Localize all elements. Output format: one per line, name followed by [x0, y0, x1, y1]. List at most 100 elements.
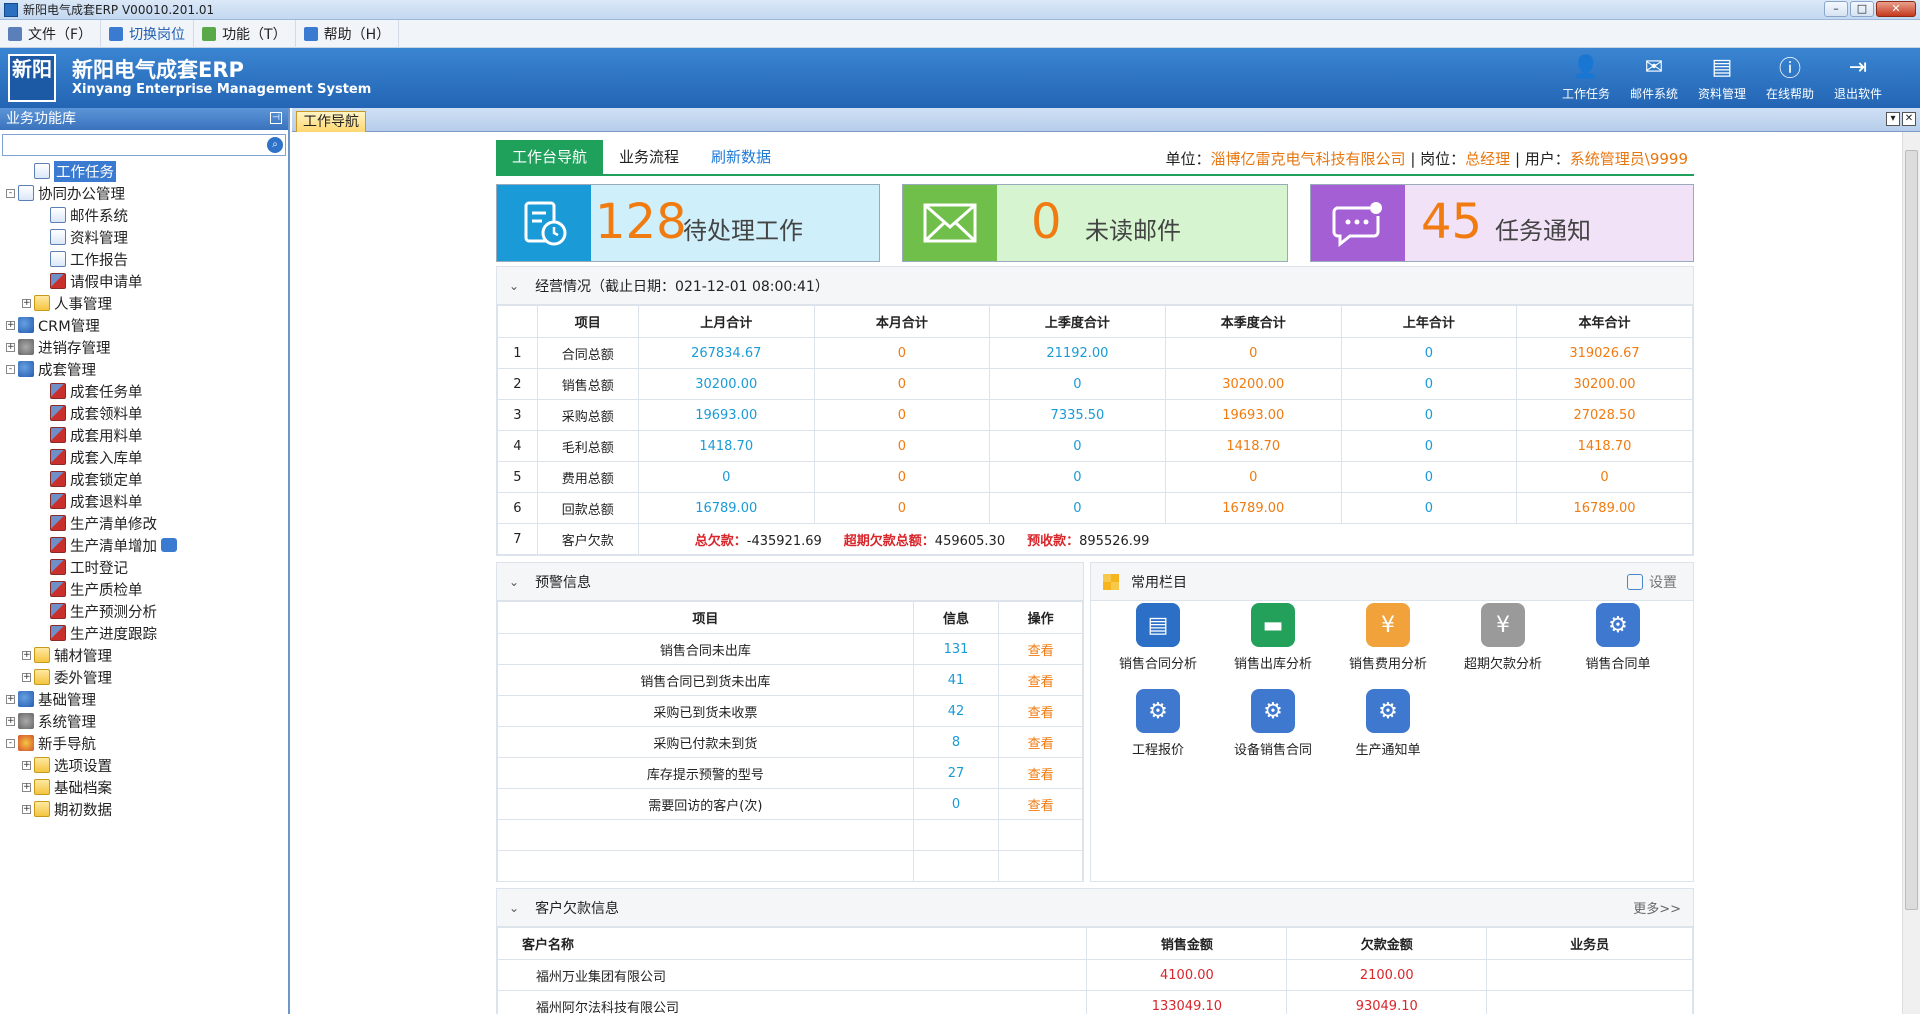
tab-menu-icon[interactable]: ▾ [1886, 112, 1900, 126]
search-box: ⌕ [2, 134, 286, 156]
expand-icon[interactable]: + [22, 782, 31, 792]
table-cell: 0 [1164, 461, 1342, 493]
header-button-4[interactable]: ⇥ 退出软件 [1824, 52, 1892, 102]
view-link[interactable]: 查看 [998, 726, 1083, 758]
pending-work-card[interactable]: 128 待处理工作 [496, 184, 880, 262]
tree-item[interactable]: 生产进度跟踪 [0, 622, 288, 644]
header-button-2[interactable]: ▤ 资料管理 [1688, 52, 1756, 102]
tree-item[interactable]: 请假申请单 [0, 270, 288, 292]
tree-item[interactable]: - 新手导航 [0, 732, 288, 754]
settings-button[interactable]: 设置 [1627, 572, 1677, 592]
chevron-down-icon[interactable]: ⌄ [509, 575, 519, 589]
vertical-scrollbar[interactable] [1902, 132, 1920, 1014]
tree-item[interactable]: 生产预测分析 [0, 600, 288, 622]
task-notice-card[interactable]: 45 任务通知 [1310, 184, 1694, 262]
folder-icon [34, 647, 50, 663]
tab-workbench-nav[interactable]: 工作台导航 [496, 140, 604, 174]
expand-icon[interactable]: + [6, 694, 15, 704]
menu-item-1[interactable]: 切换岗位 [101, 19, 195, 48]
tree-item[interactable]: + 进销存管理 [0, 336, 288, 358]
tree-item[interactable]: + 基础档案 [0, 776, 288, 798]
tree-item[interactable]: + 委外管理 [0, 666, 288, 688]
tree-item[interactable]: 工作任务 [0, 160, 288, 182]
menu-item-3[interactable]: 帮助（H） [296, 19, 400, 48]
tree-item[interactable]: + 辅材管理 [0, 644, 288, 666]
more-link[interactable]: 更多>> [1633, 898, 1681, 917]
tree-item[interactable]: 生产质检单 [0, 578, 288, 600]
expand-icon[interactable]: + [22, 804, 31, 814]
expand-icon[interactable]: + [22, 298, 31, 308]
quick-link[interactable]: ▬ 销售出库分析 [1218, 603, 1328, 672]
quick-link[interactable]: ¥ 销售费用分析 [1333, 603, 1443, 672]
pin-icon[interactable]: ⊣ [270, 112, 282, 124]
header-button-1[interactable]: ✉ 邮件系统 [1620, 52, 1688, 102]
doc-icon [50, 251, 66, 267]
expand-icon[interactable]: + [6, 716, 15, 726]
quick-links-panel: 常用栏目 设置 ▤ 销售合同分析 ▬ 销售出库分析 ¥ 销售费用分析 ¥ 超期欠款分析 ⚙ 销售合… [1090, 562, 1694, 882]
minimize-icon[interactable]: – [1824, 1, 1848, 17]
tab-close-icon[interactable]: ✕ [1902, 112, 1916, 126]
chevron-down-icon[interactable]: ⌄ [509, 901, 519, 915]
refresh-data-link[interactable]: 刷新数据 [695, 140, 787, 174]
quick-link[interactable]: ▤ 销售合同分析 [1103, 603, 1213, 672]
tree-item[interactable]: 资料管理 [0, 226, 288, 248]
tree-item[interactable]: 工作报告 [0, 248, 288, 270]
quick-link[interactable]: ⚙ 生产通知单 [1333, 689, 1443, 758]
view-link[interactable]: 查看 [998, 695, 1083, 727]
tree-item[interactable]: 生产清单修改 [0, 512, 288, 534]
view-link[interactable]: 查看 [998, 788, 1083, 820]
collapse-icon[interactable]: - [6, 364, 15, 374]
warning-header: ⌄ 预警信息 [497, 563, 1083, 601]
menu-item-0[interactable]: 文件（F） [0, 19, 102, 48]
search-input[interactable] [3, 135, 243, 155]
search-icon[interactable]: ⌕ [267, 137, 283, 153]
header-button-3[interactable]: ⓘ 在线帮助 [1756, 52, 1824, 102]
tab-work-nav[interactable]: 工作导航 [296, 111, 366, 132]
header-button-0[interactable]: 👤 工作任务 [1552, 52, 1620, 102]
tree-item[interactable]: - 协同办公管理 [0, 182, 288, 204]
function-library-panel: 业务功能库 ⊣ ⌕ 工作任务 - 协同办公管理 邮件系统 资料管理 工作报告 请假申请单 + 人… [0, 108, 290, 1014]
tree-item[interactable]: 工时登记 [0, 556, 288, 578]
tree-item[interactable]: - 成套管理 [0, 358, 288, 380]
tree-item[interactable]: 成套入库单 [0, 446, 288, 468]
expand-icon[interactable]: + [22, 672, 31, 682]
tab-business-flow[interactable]: 业务流程 [603, 140, 695, 174]
tree-item-label: 生产预测分析 [70, 604, 157, 621]
tree-item[interactable]: 成套退料单 [0, 490, 288, 512]
quick-link[interactable]: ⚙ 设备销售合同 [1218, 689, 1328, 758]
tree-item[interactable]: 成套任务单 [0, 380, 288, 402]
post-value: 总经理 [1465, 150, 1511, 168]
menu-item-2[interactable]: 功能（T） [194, 19, 296, 48]
view-link[interactable]: 查看 [998, 633, 1083, 665]
expand-icon[interactable]: + [22, 650, 31, 660]
tree-item[interactable]: 成套用料单 [0, 424, 288, 446]
close-icon[interactable]: ✕ [1876, 1, 1916, 17]
tree-item[interactable]: + 人事管理 [0, 292, 288, 314]
user-label: | 用户： [1510, 150, 1570, 168]
expand-icon[interactable]: + [22, 760, 31, 770]
tree-item[interactable]: 成套锁定单 [0, 468, 288, 490]
chevron-down-icon[interactable]: ⌄ [509, 279, 519, 293]
tree-item[interactable]: + 基础管理 [0, 688, 288, 710]
quick-link[interactable]: ⚙ 工程报价 [1103, 689, 1213, 758]
expand-icon[interactable]: + [6, 320, 15, 330]
unread-mail-card[interactable]: 0 未读邮件 [902, 184, 1288, 262]
tree-item[interactable]: 生产清单增加 [0, 534, 288, 556]
quick-link[interactable]: ⚙ 销售合同单 [1563, 603, 1673, 672]
maximize-icon[interactable]: □ [1850, 1, 1874, 17]
tree-item[interactable]: 邮件系统 [0, 204, 288, 226]
tree-item[interactable]: + 期初数据 [0, 798, 288, 820]
view-link[interactable]: 查看 [998, 664, 1083, 696]
header-button-label: 在线帮助 [1765, 87, 1814, 101]
table-cell: 19693.00 [637, 399, 815, 431]
tree-item[interactable]: 成套领料单 [0, 402, 288, 424]
view-link[interactable]: 查看 [998, 757, 1083, 789]
tree-item[interactable]: + 选项设置 [0, 754, 288, 776]
tree-item[interactable]: + CRM管理 [0, 314, 288, 336]
quick-link[interactable]: ¥ 超期欠款分析 [1448, 603, 1558, 672]
collapse-icon[interactable]: - [6, 738, 15, 748]
scroll-thumb[interactable] [1905, 150, 1918, 910]
tree-item[interactable]: + 系统管理 [0, 710, 288, 732]
expand-icon[interactable]: + [6, 342, 15, 352]
collapse-icon[interactable]: - [6, 188, 15, 198]
